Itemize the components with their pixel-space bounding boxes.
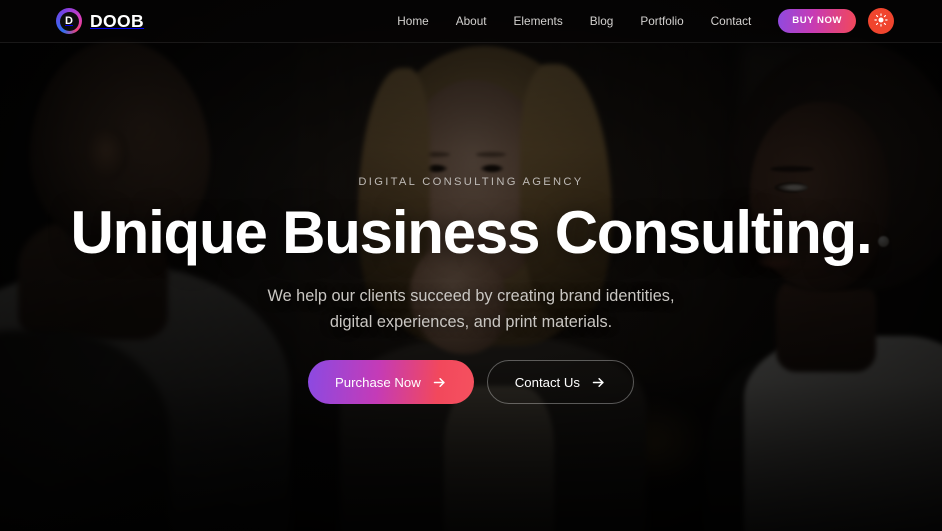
contact-us-label: Contact Us: [514, 374, 580, 390]
buy-now-button[interactable]: BUY NOW: [778, 9, 856, 33]
nav-item-blog[interactable]: Blog: [590, 14, 614, 28]
hero-page: D DOOB Home About Elements Blog Portfoli…: [0, 0, 942, 531]
doob-circle-logo-icon: D: [56, 8, 82, 34]
brand-name: DOOB: [90, 10, 145, 31]
site-header: D DOOB Home About Elements Blog Portfoli…: [0, 0, 942, 43]
nav-item-home[interactable]: Home: [397, 14, 428, 28]
sun-icon: [874, 12, 888, 30]
brand-mark-letter: D: [59, 11, 79, 31]
arrow-right-icon: [591, 375, 606, 390]
header-actions: BUY NOW: [778, 8, 894, 34]
hero-subtitle: We help our clients succeed by creating …: [268, 283, 675, 336]
nav-item-portfolio[interactable]: Portfolio: [640, 14, 683, 28]
hero-eyebrow: DIGITAL CONSULTING AGENCY: [358, 176, 584, 188]
contact-us-button[interactable]: Contact Us: [486, 360, 634, 405]
arrow-right-icon: [432, 375, 447, 390]
main-navigation: Home About Elements Blog Portfolio Conta…: [397, 14, 751, 28]
hero-subtitle-line-1: We help our clients succeed by creating …: [267, 286, 675, 305]
page-title: Unique Business Consulting.: [70, 199, 873, 266]
purchase-now-label: Purchase Now: [335, 374, 421, 390]
nav-item-elements[interactable]: Elements: [514, 14, 563, 28]
nav-item-about[interactable]: About: [456, 14, 487, 28]
dark-mode-toggle-button[interactable]: [868, 8, 894, 34]
nav-item-contact[interactable]: Contact: [711, 14, 752, 28]
brand-logo[interactable]: D DOOB: [56, 8, 144, 34]
hero-cta-group: Purchase Now Contact Us: [308, 360, 634, 405]
hero-subtitle-line-2: digital experiences, and print materials…: [329, 312, 613, 331]
purchase-now-button[interactable]: Purchase Now: [308, 360, 474, 405]
hero-section: DIGITAL CONSULTING AGENCY Unique Busines…: [0, 43, 942, 531]
